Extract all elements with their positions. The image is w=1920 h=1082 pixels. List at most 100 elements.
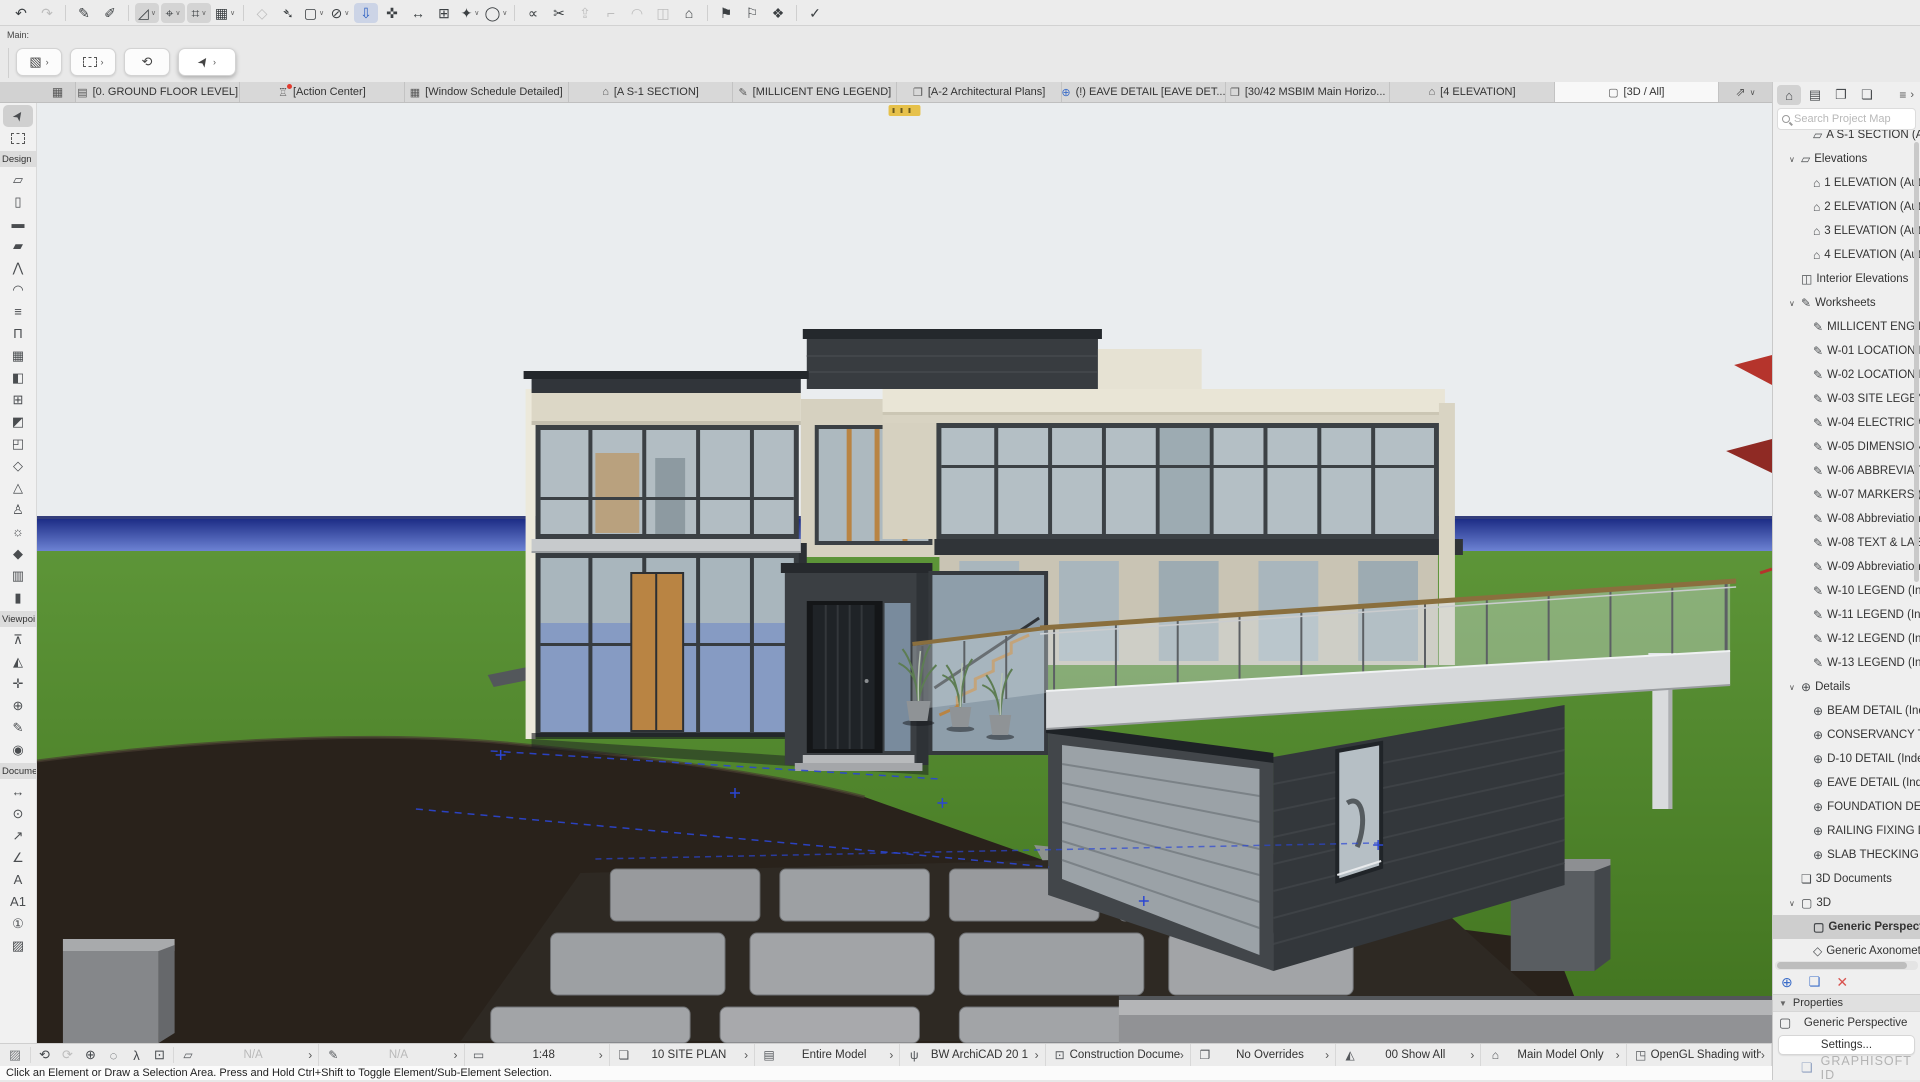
window-tool-icon[interactable]: ⊞	[0, 389, 36, 411]
tree-item[interactable]: ∨ ⊕ CONSERVANCY TA	[1773, 723, 1920, 747]
tree-item[interactable]: ∨ ✎ W-05 DIMENSION	[1773, 435, 1920, 459]
door-tool-icon[interactable]: ◧	[0, 367, 36, 389]
camera-path-tool-icon[interactable]: ✛	[0, 673, 36, 695]
suspend-groups-icon[interactable]: ⊘∨	[328, 3, 352, 23]
tree-item[interactable]: ∨ ⊕ BEAM DETAIL (Ind	[1773, 699, 1920, 723]
beam-tool-icon[interactable]: ▬	[0, 213, 36, 235]
section-tool-icon[interactable]: ⊼	[0, 629, 36, 651]
marquee-tool-icon[interactable]	[0, 127, 36, 149]
tree-item[interactable]: ∨ ✎ W-06 ABBREVIATI	[1773, 459, 1920, 483]
skylight-tool-icon[interactable]: ◩	[0, 411, 36, 433]
tree-item[interactable]: ∨ ✎ W-13 LEGEND (Inc	[1773, 651, 1920, 675]
tree-item[interactable]: ∨ ▢ 3D	[1773, 891, 1920, 915]
marquee-select-button[interactable]: ›	[70, 48, 116, 76]
curtain-wall-tool-icon[interactable]: ▦	[0, 345, 36, 367]
adjust-opening-icon[interactable]: ◫∨	[651, 3, 675, 23]
tree-scrollbar[interactable]	[1914, 142, 1919, 582]
tab-action-center[interactable]: ♖ [Action Center]	[240, 82, 404, 102]
zoom-icon[interactable]: ⊕	[79, 1047, 102, 1063]
view-map-icon[interactable]: ▤	[1803, 85, 1827, 105]
check-model-icon[interactable]: ✓∨	[803, 3, 827, 23]
elevate-icon[interactable]: ⇪∨	[573, 3, 597, 23]
tree-item[interactable]: ∨ ✎ W-11 LEGEND (Ind	[1773, 603, 1920, 627]
level-dimension-tool-icon[interactable]: ⊙	[0, 803, 36, 825]
tree-h-scrollbar[interactable]	[1775, 961, 1918, 970]
edit-elements-icon[interactable]: ✦∨	[458, 3, 482, 23]
3d-viewport[interactable]	[37, 103, 1772, 1043]
tab-a2-plans[interactable]: ❐ [A-2 Architectural Plans]	[897, 82, 1061, 102]
pen-set[interactable]: ψ BW ArchiCAD 20 1 ›	[900, 1044, 1045, 1066]
rotate-view-button[interactable]: ⟲›	[124, 48, 170, 76]
column-tool-icon[interactable]: ▯	[0, 191, 36, 213]
chevron-right-icon[interactable]: ›	[1908, 89, 1916, 101]
tab-ground-floor[interactable]: ▤ [0. GROUND FLOOR LEVEL]	[76, 82, 240, 102]
tree-item[interactable]: ∨ ⊕ D-10 DETAIL (Inde	[1773, 747, 1920, 771]
plane-icon[interactable]: ◇∨	[250, 3, 274, 23]
tab-millicent-legend[interactable]: ✎ [MILLICENT ENG LEGEND]	[733, 82, 897, 102]
project-map-icon[interactable]: ⌂	[1777, 85, 1801, 105]
tree-item[interactable]: ∨ ✎ Worksheets	[1773, 291, 1920, 315]
previous-view-icon[interactable]: ⟲	[33, 1047, 56, 1063]
roof-trim-icon[interactable]: ⌂∨	[677, 3, 701, 23]
undo-icon[interactable]: ↶∨	[9, 3, 33, 23]
tree-item[interactable]: ∨ ✎ W-01 LOCATION M	[1773, 339, 1920, 363]
tab-eave-detail[interactable]: ⊕ (!) EAVE DETAIL [EAVE DET...	[1062, 82, 1226, 102]
flag-schedule-icon[interactable]: ⚐∨	[740, 3, 764, 23]
tree-item[interactable]: ∨ ⊕ EAVE DETAIL (Inde	[1773, 771, 1920, 795]
opening-tool-icon[interactable]: ◰	[0, 433, 36, 455]
save-view-icon[interactable]: ❖∨	[766, 3, 790, 23]
worksheet-tool-icon[interactable]: ✎	[0, 717, 36, 739]
tree-item[interactable]: ∨ ✎ MILLICENT ENG LE	[1773, 315, 1920, 339]
view-settings-button[interactable]: ❏	[1809, 974, 1821, 990]
structure-display[interactable]: ⌂ Main Model Only ›	[1481, 1044, 1626, 1066]
retaining-wall[interactable]	[1119, 996, 1772, 1043]
renovation-show[interactable]: ◭ 00 Show All ›	[1336, 1044, 1481, 1066]
mesh-tool-icon[interactable]: △	[0, 477, 36, 499]
inject-parameters-icon[interactable]: ✐∨	[98, 3, 122, 23]
tree-item[interactable]: ∨ ✎ W-07 MARKERS (I	[1773, 483, 1920, 507]
flag-icon[interactable]: ⚑∨	[714, 3, 738, 23]
redo-icon[interactable]: ↷∨	[35, 3, 59, 23]
view-settings-dialog-button[interactable]: Settings...	[1778, 1035, 1915, 1055]
tree-item[interactable]: ∨ ◇ Generic Axonomet	[1773, 939, 1920, 961]
tab-msbim-layout[interactable]: ❐ [30/42 MSBIM Main Horizo...	[1226, 82, 1390, 102]
tree-item[interactable]: ∨ ⌂ 2 ELEVATION (Auto	[1773, 195, 1920, 219]
frame-icon[interactable]: ▢∨	[302, 3, 326, 23]
tree-item[interactable]: ∨ ⊕ RAILING FIXING DI	[1773, 819, 1920, 843]
roof-tool-icon[interactable]: ⋀	[0, 257, 36, 279]
layout-book-icon[interactable]: ❐	[1829, 85, 1853, 105]
tree-item[interactable]: ∨ ▱ Elevations	[1773, 147, 1920, 171]
fillet-icon[interactable]: ◠∨	[625, 3, 649, 23]
markup-style[interactable]: ✎ N/A ›	[319, 1044, 464, 1066]
tree-item[interactable]: ∨ ✎ W-03 SITE LEGEN	[1773, 387, 1920, 411]
extend-icon[interactable]: ⌐∨	[599, 3, 623, 23]
tab-elevation-4[interactable]: ⌂ [4 ELEVATION]	[1390, 82, 1554, 102]
publisher-icon[interactable]: ❏	[1855, 85, 1879, 105]
tree-item[interactable]: ∨ ✎ W-08 TEXT & LAB	[1773, 531, 1920, 555]
marquee-multi-button[interactable]: ▧›	[16, 48, 62, 76]
dimension-standard[interactable]: ⊡ Construction Documen... ›	[1046, 1044, 1191, 1066]
tree-item[interactable]: ∨ ✎ W-09 Abbreviation	[1773, 555, 1920, 579]
group-icon[interactable]: ⊞∨	[432, 3, 456, 23]
marker-tool-icon[interactable]: ①	[0, 913, 36, 935]
stair-tool-icon[interactable]: ≡	[0, 301, 36, 323]
pickup-parameters-icon[interactable]: ✎∨	[72, 3, 96, 23]
tree-item[interactable]: ∨ ⌂ 1 ELEVATION (Auto	[1773, 171, 1920, 195]
shell-tool-icon[interactable]: ◠	[0, 279, 36, 301]
tree-item[interactable]: ∨ ❏ 3D Documents	[1773, 867, 1920, 891]
camera-tool-icon[interactable]: ◉	[0, 739, 36, 761]
tree-item[interactable]: ∨ ⊕ Details	[1773, 675, 1920, 699]
radial-dimension-tool-icon[interactable]: ↗	[0, 825, 36, 847]
tree-item[interactable]: ∨ ⌂ 4 ELEVATION (Auto	[1773, 243, 1920, 267]
quick-options-icon[interactable]: ▨	[0, 1047, 30, 1063]
scale[interactable]: ▭ 1:48 ›	[465, 1044, 610, 1066]
detail-tool-icon[interactable]: ⊕	[0, 695, 36, 717]
gravity-icon[interactable]: ⇩∨	[354, 3, 378, 23]
morph-tool-icon[interactable]: ◆	[0, 543, 36, 565]
stretch-icon[interactable]: ↔∨	[406, 3, 430, 23]
text-tool-icon[interactable]: A	[0, 869, 36, 891]
add-view-button[interactable]: ⊕	[1781, 974, 1793, 991]
next-view-icon[interactable]: ⟳	[56, 1047, 79, 1063]
fill-tool-icon[interactable]: ▨	[0, 935, 36, 957]
tree-item[interactable]: ∨ ✎ W-08 Abbreviation	[1773, 507, 1920, 531]
